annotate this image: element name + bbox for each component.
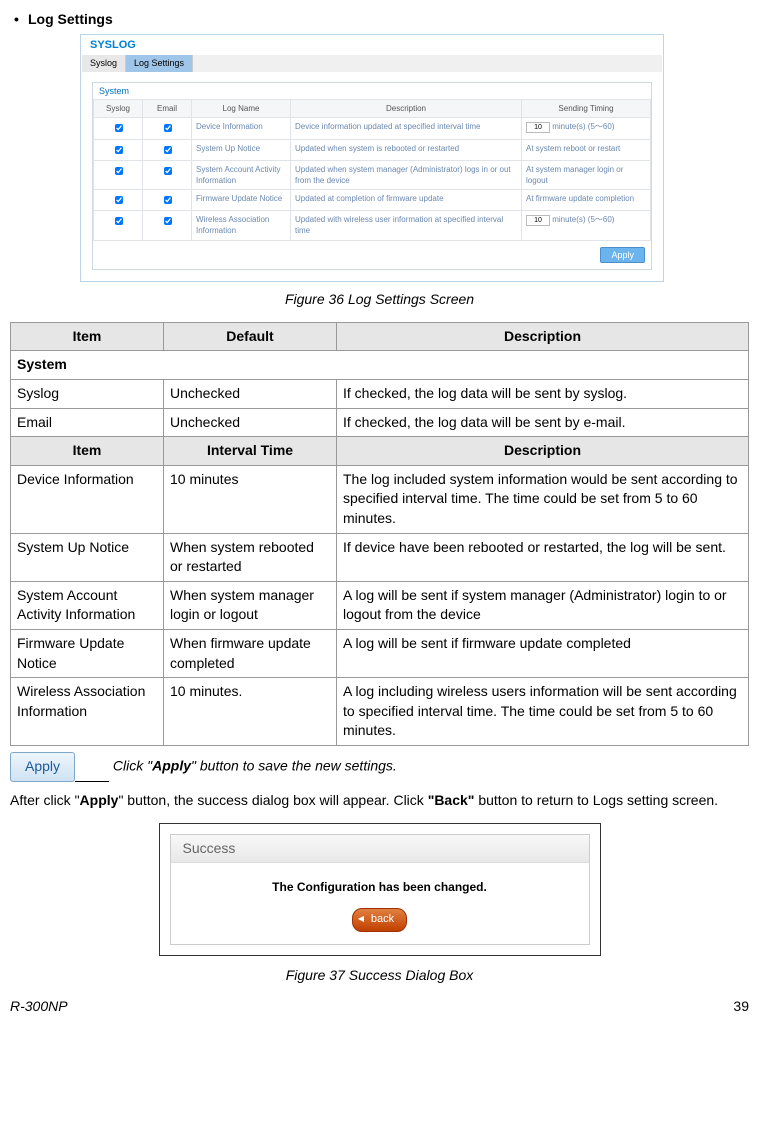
col-timing: Sending Timing	[522, 100, 651, 118]
footer-page: 39	[733, 997, 749, 1017]
apply-button-small[interactable]: Apply	[600, 247, 645, 264]
success-message: The Configuration has been changed.	[171, 879, 589, 896]
checkbox-syslog[interactable]	[115, 196, 123, 204]
checkbox-syslog[interactable]	[115, 217, 123, 225]
table-row: System Account Activity Information When…	[11, 581, 749, 629]
table-row: Wireless Association Information 10 minu…	[11, 678, 749, 746]
col-email: Email	[143, 100, 192, 118]
checkbox-email[interactable]	[164, 167, 172, 175]
section-heading: Log Settings	[10, 10, 749, 30]
checkbox-email[interactable]	[164, 217, 172, 225]
col-desc: Description	[291, 100, 522, 118]
cell-desc: Updated when system manager (Administrat…	[291, 160, 522, 189]
cell-name: System Account Activity Information	[192, 160, 291, 189]
header-desc: Description	[337, 437, 749, 466]
cell-timing: At system manager login or logout	[522, 160, 651, 189]
apply-instruction: Apply Click "Apply" button to save the n…	[10, 752, 749, 782]
apply-button-image: Apply	[10, 752, 75, 782]
cell-desc: Updated at completion of firmware update	[291, 190, 522, 211]
col-syslog: Syslog	[94, 100, 143, 118]
checkbox-syslog[interactable]	[115, 167, 123, 175]
cell-name: System Up Notice	[192, 139, 291, 160]
cell-name: Firmware Update Notice	[192, 190, 291, 211]
checkbox-email[interactable]	[164, 146, 172, 154]
header-default: Default	[164, 322, 337, 351]
panel-title: SYSLOG	[82, 36, 662, 55]
checkbox-syslog[interactable]	[115, 124, 123, 132]
panel-tabs: Syslog Log Settings	[82, 55, 662, 72]
figure-37-caption: Figure 37 Success Dialog Box	[10, 966, 749, 986]
success-dialog: Success The Configuration has been chang…	[159, 823, 601, 956]
syslog-screenshot: SYSLOG Syslog Log Settings System Syslog…	[80, 34, 664, 283]
table-row: Device Information 10 minutes The log in…	[11, 465, 749, 533]
table-row: Device Information Device information up…	[94, 118, 651, 139]
back-button[interactable]: back	[352, 908, 407, 931]
header-interval: Interval Time	[164, 437, 337, 466]
minutes-input[interactable]	[526, 122, 550, 133]
table-row: System Account Activity Information Upda…	[94, 160, 651, 189]
checkbox-email[interactable]	[164, 124, 172, 132]
minutes-input[interactable]	[526, 215, 550, 226]
figure-36-caption: Figure 36 Log Settings Screen	[10, 290, 749, 310]
table-row: Syslog Unchecked If checked, the log dat…	[11, 380, 749, 409]
cell-desc: Updated when system is rebooted or resta…	[291, 139, 522, 160]
success-title: Success	[171, 835, 589, 864]
table-row: Firmware Update Notice Updated at comple…	[94, 190, 651, 211]
cell-timing: At system reboot or restart	[522, 139, 651, 160]
panel-section: System	[93, 83, 651, 100]
footer-model: R-300NP	[10, 997, 68, 1017]
table-row: Email Unchecked If checked, the log data…	[11, 408, 749, 437]
cell-timing: minute(s) (5～60)	[522, 118, 651, 139]
cell-name: Wireless Association Information	[192, 211, 291, 240]
header-item: Item	[11, 322, 164, 351]
header-desc: Description	[337, 322, 749, 351]
col-logname: Log Name	[192, 100, 291, 118]
checkbox-email[interactable]	[164, 196, 172, 204]
syslog-table: Syslog Email Log Name Description Sendin…	[93, 99, 651, 241]
cell-desc: Updated with wireless user information a…	[291, 211, 522, 240]
table-row: System Up Notice Updated when system is …	[94, 139, 651, 160]
cell-timing: minute(s) (5～60)	[522, 211, 651, 240]
tab-log-settings[interactable]: Log Settings	[126, 55, 193, 72]
cell-desc: Device information updated at specified …	[291, 118, 522, 139]
cell-name: Device Information	[192, 118, 291, 139]
page-footer: R-300NP 39	[10, 997, 749, 1017]
table-row: Firmware Update Notice When firmware upd…	[11, 629, 749, 677]
doc-table: Item Default Description System Syslog U…	[10, 322, 749, 746]
table-row: Wireless Association Information Updated…	[94, 211, 651, 240]
checkbox-syslog[interactable]	[115, 146, 123, 154]
cell-timing: At firmware update completion	[522, 190, 651, 211]
after-apply-text: After click "Apply" button, the success …	[10, 788, 749, 813]
tab-syslog[interactable]: Syslog	[82, 55, 126, 72]
section-system: System	[11, 351, 749, 380]
header-item: Item	[11, 437, 164, 466]
table-row: System Up Notice When system rebooted or…	[11, 533, 749, 581]
